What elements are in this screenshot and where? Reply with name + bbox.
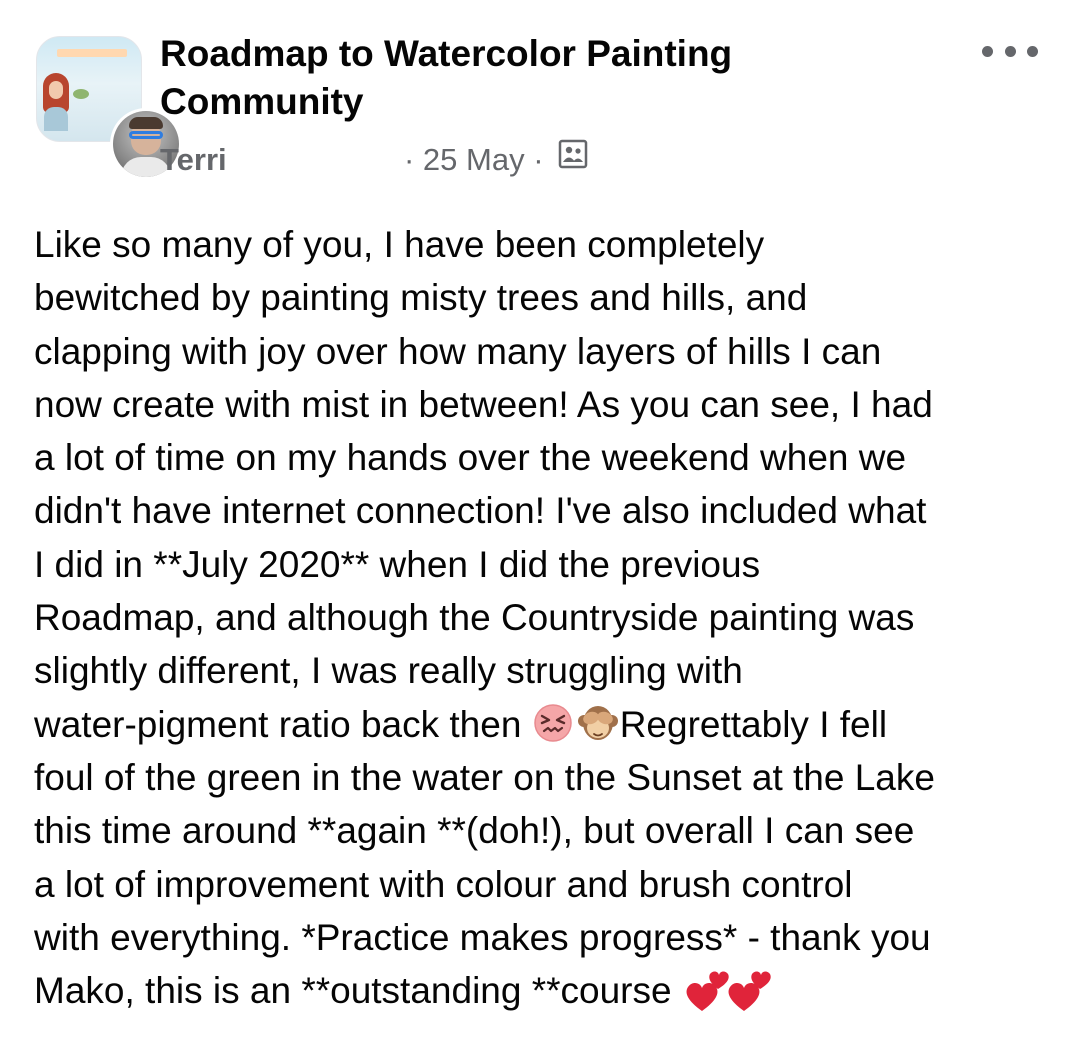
see-no-evil-monkey-emoji xyxy=(576,703,620,743)
text-line: foul of the green in the water on the Su… xyxy=(34,756,935,798)
two-hearts-emoji xyxy=(682,967,772,1013)
text-line: I did in **July 2020** when I did the pr… xyxy=(34,543,761,585)
text-line: a lot of time on my hands over the weeke… xyxy=(34,437,907,479)
text-line: slightly different, I was really struggl… xyxy=(34,650,743,692)
more-options-icon xyxy=(982,45,993,57)
group-avatar[interactable] xyxy=(36,36,182,180)
leaf-decoration xyxy=(73,89,89,99)
post-meta: Terri · 25 May · xyxy=(160,139,760,182)
author-name-link[interactable]: Terri xyxy=(160,140,227,180)
text-line: didn't have internet connection! I've al… xyxy=(34,490,927,532)
text-line: clapping with joy over how many layers o… xyxy=(34,330,882,372)
post-body-text: Like so many of you, I have been complet… xyxy=(34,218,1054,1017)
text-line: now create with mist in between! As you … xyxy=(34,383,933,425)
text-line: Like so many of you, I have been complet… xyxy=(34,224,765,265)
banner-stripe xyxy=(57,49,127,57)
text-line: this time around **again **(doh!), but o… xyxy=(34,810,915,852)
text-line: a lot of improvement with colour and bru… xyxy=(34,863,853,905)
text-line: Roadmap, and although the Countryside pa… xyxy=(34,597,915,639)
timestamp-group: · 25 May · xyxy=(404,139,588,182)
text-line: water-pigment ratio back then xyxy=(34,703,522,745)
members-icon[interactable] xyxy=(558,139,588,179)
text-line: with everything. *Practice makes progres… xyxy=(34,916,931,958)
post-date-link[interactable]: · 25 May · xyxy=(404,142,544,177)
text-line: Regrettably I fell xyxy=(619,703,888,745)
post-card: Roadmap to Watercolor Painting Community… xyxy=(0,0,1080,1044)
group-name-link[interactable]: Roadmap to Watercolor Painting Community xyxy=(160,30,920,126)
text-line: bewitched by painting misty trees and hi… xyxy=(34,277,808,319)
text-line: Mako, this is an **outstanding **course xyxy=(34,970,672,1012)
painter-figure xyxy=(41,73,71,133)
more-options-button[interactable] xyxy=(982,36,1038,66)
confounded-face-emoji xyxy=(532,703,576,743)
